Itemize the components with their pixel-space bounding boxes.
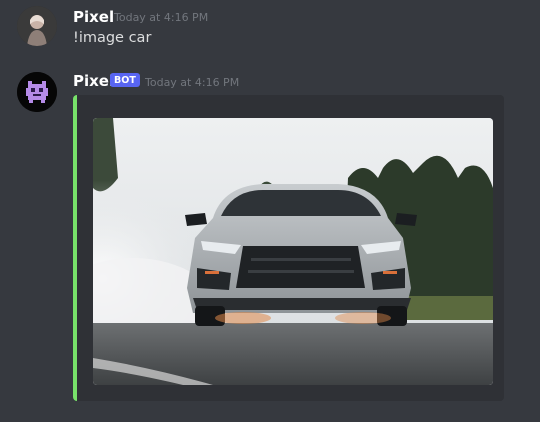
bot-message-timestamp: Today at 4:16 PM <box>145 76 240 89</box>
embed <box>73 95 504 401</box>
message-user: Pixel Today at 4:16 PM !image car <box>0 0 540 62</box>
message-timestamp: Today at 4:16 PM <box>114 11 209 24</box>
message-content: !image car <box>73 30 152 46</box>
author-name[interactable]: Pixel <box>73 8 114 26</box>
bot-avatar[interactable] <box>17 72 57 112</box>
user-avatar[interactable] <box>17 6 57 46</box>
bot-author-name[interactable]: Pixel <box>73 72 114 90</box>
embed-image[interactable] <box>93 118 493 385</box>
bot-badge: BOT <box>110 73 140 87</box>
